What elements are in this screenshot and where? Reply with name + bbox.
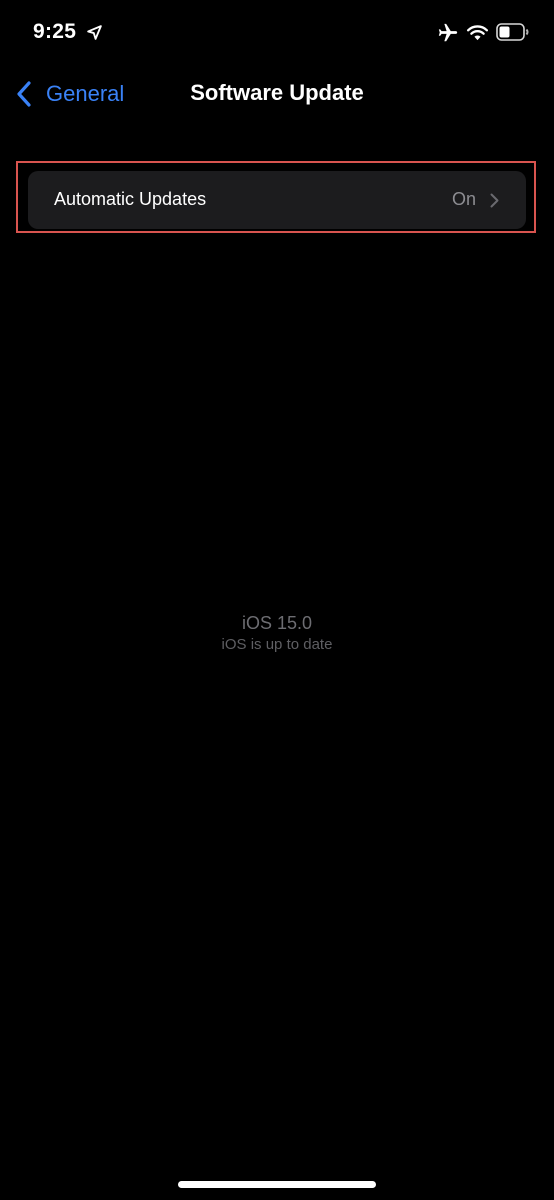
version-info: iOS 15.0 iOS is up to date [0,612,554,655]
automatic-updates-value: On [451,189,476,209]
automatic-updates-label: Automatic Updates [54,189,207,209]
status-time: 9:25 [33,20,77,43]
page-title: Software Update [190,80,364,105]
status-bar: 9:25 [0,0,554,66]
chevron-right-icon [490,193,499,208]
home-indicator[interactable] [178,1181,376,1188]
location-arrow-icon [87,25,102,40]
ios-version: iOS 15.0 [241,613,313,633]
automatic-updates-row[interactable]: Automatic Updates On [28,171,526,229]
battery-icon [496,23,529,41]
airplane-icon [438,23,458,42]
wifi-icon [466,25,489,41]
update-status: iOS is up to date [221,636,333,653]
navigation-bar: General Software Update [0,66,554,124]
